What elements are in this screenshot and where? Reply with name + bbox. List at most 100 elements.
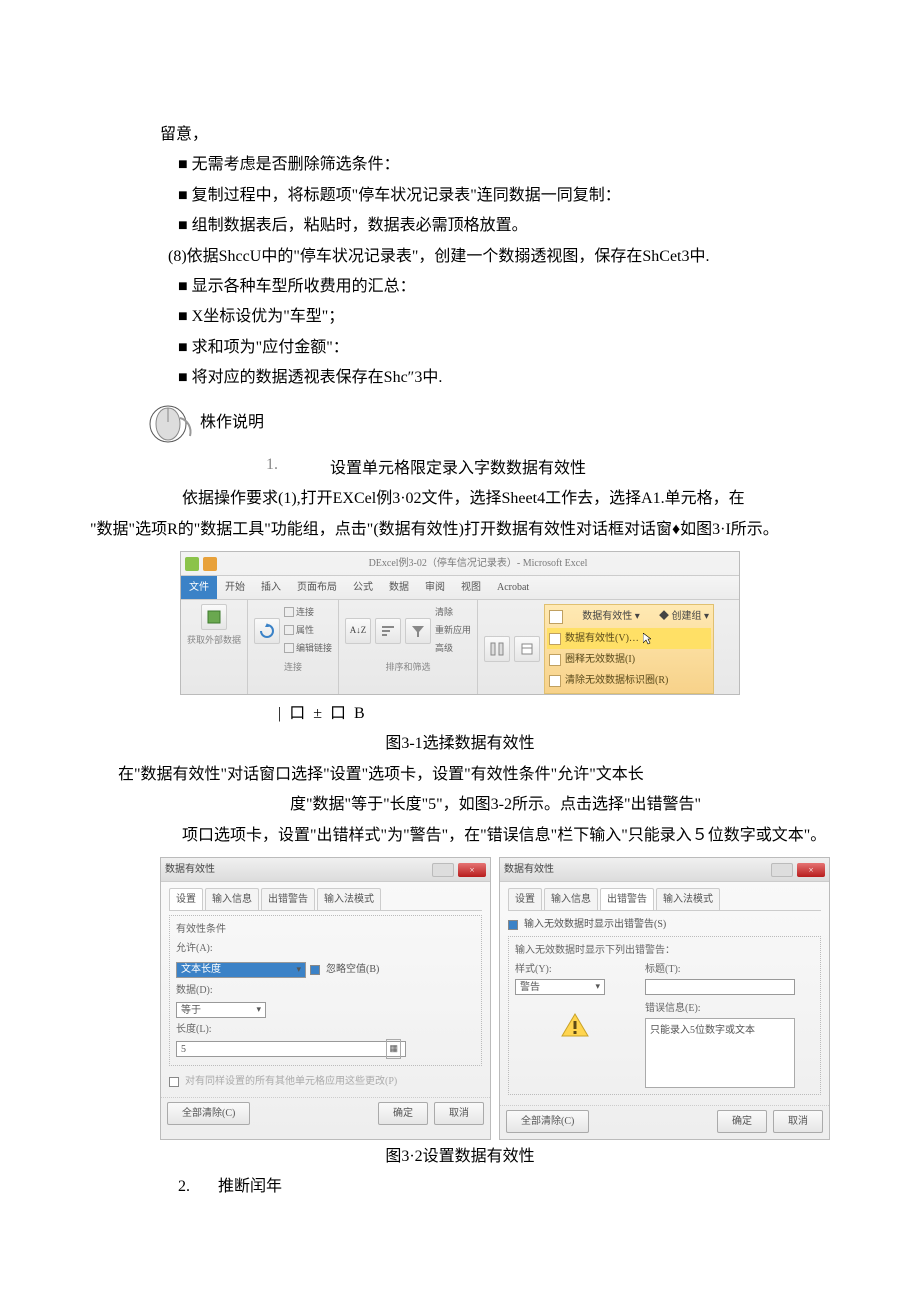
dv-menu-item-3[interactable]: 清除无效数据标识圈(R) <box>547 670 711 691</box>
data-validation-dialog-error: 数据有效性 × 设置 输入信息 出错警告 输入法模式 输入无效数据时显示出错警告… <box>499 857 830 1140</box>
data-validation-dialog-settings: 数据有效性 × 设置 输入信息 出错警告 输入法模式 有效性条件 允许(A): … <box>160 857 491 1140</box>
dlg1-ok-button[interactable]: 确定 <box>378 1102 428 1125</box>
dlg2-tab-input-msg[interactable]: 输入信息 <box>544 888 598 910</box>
dlg1-tab-settings[interactable]: 设置 <box>169 888 203 910</box>
tab-file[interactable]: 文件 <box>181 576 217 599</box>
refresh-all-button[interactable] <box>254 618 280 644</box>
para-1b: "数据"选项R的"数据工具"功能组，点击"(数据有效性)打开数据有效性对话框对话… <box>90 515 830 545</box>
dlg1-title: 数据有效性 <box>165 860 432 879</box>
external-data-button[interactable] <box>201 604 227 630</box>
data-combo[interactable]: 等于▾ <box>176 1002 266 1018</box>
data-validation-dropdown: 数据有效性 ▾ ◆ 创建组 ▾ 数据有效性(V)… 圈释无 <box>544 604 714 694</box>
group-label-3: 排序和筛选 <box>386 659 431 676</box>
bullet-6: 求和项为"应付金额"： <box>178 333 830 363</box>
ignore-blank-label: 忽略空值(B) <box>326 960 379 979</box>
dlg2-clear-all-button[interactable]: 全部清除(C) <box>506 1110 589 1133</box>
filter-button[interactable] <box>405 618 431 644</box>
tab-view[interactable]: 视图 <box>453 576 489 599</box>
filter-item-3[interactable]: 高级 <box>435 640 471 657</box>
dlg1-cancel-button[interactable]: 取消 <box>434 1102 484 1125</box>
bullet-7: 将对应的数据透视表保存在Shc″3中. <box>178 363 830 393</box>
dlg1-clear-all-button[interactable]: 全部清除(C) <box>167 1102 250 1125</box>
note-keep: 留意， <box>160 120 830 150</box>
operation-heading: 株作说明 <box>146 402 830 446</box>
err-title-label: 标题(T): <box>645 960 814 979</box>
window-title: DExcel例3-02（停车信况记录表）- Microsoft Excel <box>221 554 735 573</box>
list-num-2: 2. 推断闰年 <box>178 1172 830 1202</box>
ribbon-tabs: 文件 开始 插入 页面布局 公式 数据 审阅 视图 Acrobat <box>181 576 739 600</box>
length-input[interactable]: 5 ▦ <box>176 1041 406 1057</box>
tab-data[interactable]: 数据 <box>381 576 417 599</box>
dlg1-tab-input-msg[interactable]: 输入信息 <box>205 888 259 910</box>
operation-label: 株作说明 <box>200 408 264 438</box>
range-picker-icon[interactable]: ▦ <box>386 1039 401 1058</box>
remove-duplicates-button[interactable] <box>514 636 540 662</box>
apply-others-checkbox[interactable] <box>169 1077 179 1087</box>
dv-icon-2 <box>549 654 561 666</box>
tab-formulas[interactable]: 公式 <box>345 576 381 599</box>
create-group-btn[interactable]: ◆ 创建组 ▾ <box>659 607 709 626</box>
dv-menu-item-2[interactable]: 圈释无效数据(I) <box>547 649 711 670</box>
bullet-2: 复制过程中，将标题项"停车状况记录表"连同数据一同复制： <box>178 181 830 211</box>
para-2a: 在"数据有效性"对话窗口选择"设置"选项卡，设置"有效性条件"允许"文本长 <box>118 760 830 790</box>
show-error-checkbox[interactable] <box>508 920 518 930</box>
err-msg-textarea[interactable]: 只能录入5位数字或文本 <box>645 1018 795 1088</box>
tab-acrobat[interactable]: Acrobat <box>489 576 537 599</box>
tab-review[interactable]: 审阅 <box>417 576 453 599</box>
dlg2-tab-ime[interactable]: 输入法模式 <box>656 888 720 910</box>
dlg2-title: 数据有效性 <box>504 860 771 879</box>
step-8: (8)依据ShccU中的"停车状况记录表"，创建一个数搦透视图，保存在ShCet… <box>168 242 830 272</box>
dlg2-ok-button[interactable]: 确定 <box>717 1110 767 1133</box>
bullet-5: X坐标设优为"车型"； <box>178 302 830 332</box>
dlg2-tab-settings[interactable]: 设置 <box>508 888 542 910</box>
filter-item-2[interactable]: 重新应用 <box>435 622 471 639</box>
dlg2-close-button[interactable]: × <box>797 863 825 877</box>
length-label: 长度(L): <box>176 1020 475 1039</box>
figure-3-1-caption: 图3-1选揉数据有效性 <box>90 729 830 759</box>
conn-item-2[interactable]: 属性 <box>284 622 332 639</box>
dv-icon-3 <box>549 675 561 687</box>
err-title-input[interactable] <box>645 979 795 995</box>
dlg2-cancel-button[interactable]: 取消 <box>773 1110 823 1133</box>
group-label-2: 连接 <box>284 659 302 676</box>
dlg2-tab-error-alert[interactable]: 出错警告 <box>600 888 654 910</box>
apply-others-label: 对有同样设置的所有其他单元格应用这些更改(P) <box>185 1072 397 1091</box>
dv-menu-item-1[interactable]: 数据有效性(V)… <box>547 628 711 649</box>
group-label-1: 获取外部数据 <box>187 632 241 649</box>
figure-3-2-caption: 图3·2设置数据有效性 <box>90 1142 830 1172</box>
para-2b: 度"数据"等于"长度"5"，如图3-2所示。点击选择"出错警告" <box>290 790 830 820</box>
group-sort-filter: A↓Z 清除 重新应用 高级 排序和筛选 <box>339 600 478 694</box>
conn-item-3[interactable]: 编辑链接 <box>284 640 332 657</box>
err-msg-label: 错误信息(E): <box>645 999 814 1018</box>
figure-3-2-dialogs: 数据有效性 × 设置 输入信息 出错警告 输入法模式 有效性条件 允许(A): … <box>160 857 830 1140</box>
tab-insert[interactable]: 插入 <box>253 576 289 599</box>
para-1a: 依据操作要求(1),打开EXCel例3·02文件，选择Sheet4工作去，选择A… <box>150 484 830 514</box>
conn-item-1[interactable]: 连接 <box>284 604 332 621</box>
ribbon-title-bar: DExcel例3-02（停车信况记录表）- Microsoft Excel <box>181 552 739 576</box>
excel-ribbon-figure: DExcel例3-02（停车信况记录表）- Microsoft Excel 文件… <box>180 551 740 695</box>
allow-combo[interactable]: 文本长度▾ <box>176 962 306 978</box>
dlg1-close-button[interactable]: × <box>458 863 486 877</box>
style-combo[interactable]: 警告▾ <box>515 979 605 995</box>
bullet-3: 组制数据表后，粘贴时，数据表必需顶格放置。 <box>178 211 830 241</box>
dlg1-tab-error-alert[interactable]: 出错警告 <box>261 888 315 910</box>
filter-item-1[interactable]: 清除 <box>435 604 471 621</box>
sort-button[interactable] <box>375 618 401 644</box>
dlg1-tab-ime[interactable]: 输入法模式 <box>317 888 381 910</box>
tab-home[interactable]: 开始 <box>217 576 253 599</box>
bullet-1: 无需考虑是否删除筛选条件： <box>178 150 830 180</box>
section-1-title: 设置单元格限定录入字数数据有效性 <box>330 454 830 484</box>
data-validation-title[interactable]: 数据有效性 ▾ <box>567 607 655 626</box>
bullet-4: 显示各种车型所收费用的汇总： <box>178 272 830 302</box>
data-label: 数据(D): <box>176 981 475 1000</box>
show-error-label: 输入无效数据时显示出错警告(S) <box>524 915 666 934</box>
text-to-columns-button[interactable] <box>484 636 510 662</box>
dlg2-help-button[interactable] <box>771 863 793 877</box>
code-symbols: | 口 ± 口 B <box>278 699 830 729</box>
group-get-external-data: 获取外部数据 <box>181 600 248 694</box>
para-2c: 项口选项卡，设置"出错样式"为"警告"，在"错误信息"栏下输入"只能录入５位数字… <box>150 821 830 851</box>
sort-az-button[interactable]: A↓Z <box>345 618 371 644</box>
ignore-blank-checkbox[interactable] <box>310 965 320 975</box>
tab-page-layout[interactable]: 页面布局 <box>289 576 345 599</box>
dlg1-help-button[interactable] <box>432 863 454 877</box>
